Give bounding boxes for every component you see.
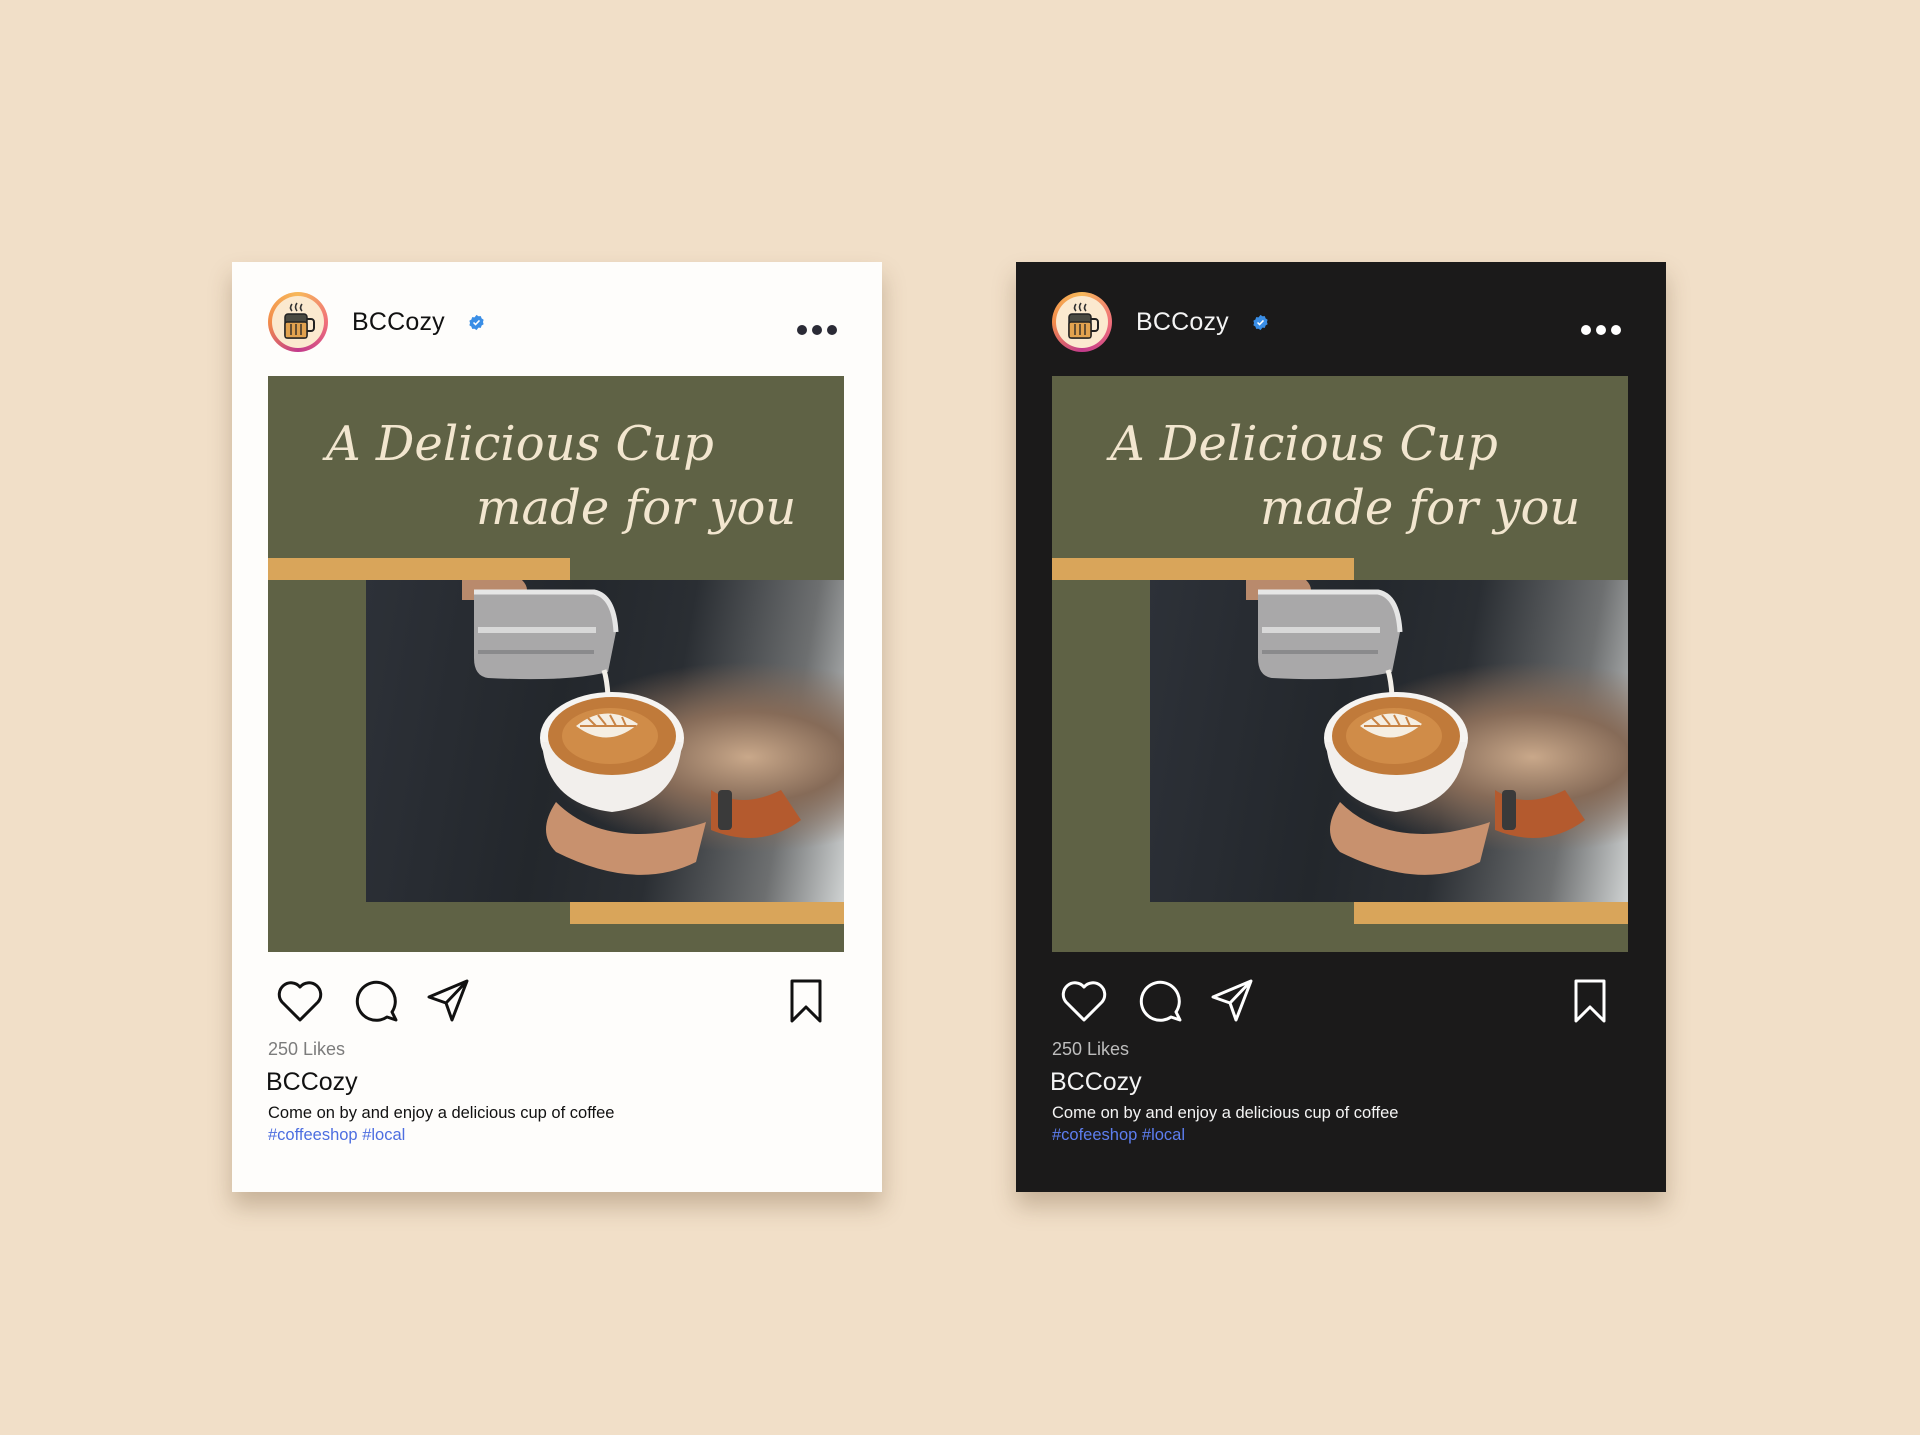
headline-line-2: made for you xyxy=(1260,480,1581,536)
coffee-mug-icon xyxy=(1068,302,1099,339)
post-image: A Delicious Cup made for you xyxy=(1052,376,1628,952)
verified-badge-icon xyxy=(469,314,484,331)
verified-badge-icon xyxy=(1253,314,1268,331)
post-headline: A Delicious Cup made for you xyxy=(1110,412,1590,540)
coffee-mug-icon xyxy=(284,302,315,339)
latte-art-photo xyxy=(366,580,844,902)
bookmark-icon[interactable] xyxy=(1572,978,1608,1024)
comment-icon[interactable] xyxy=(1138,978,1184,1024)
accent-bar-bottom xyxy=(1354,902,1628,924)
heart-icon[interactable] xyxy=(276,978,324,1024)
headline-line-1: A Delicious Cup xyxy=(1110,416,1498,472)
profile-avatar[interactable] xyxy=(268,292,328,352)
accent-bar-top xyxy=(1052,558,1354,580)
headline-line-2: made for you xyxy=(476,480,797,536)
accent-bar-bottom xyxy=(570,902,844,924)
latte-art-photo xyxy=(1150,580,1628,902)
more-options-icon[interactable] xyxy=(797,320,845,335)
heart-icon[interactable] xyxy=(1060,978,1108,1024)
likes-count[interactable]: 250 Likes xyxy=(1052,1039,1129,1060)
caption-username[interactable]: BCCozy xyxy=(1050,1068,1142,1097)
post-caption: Come on by and enjoy a delicious cup of … xyxy=(1052,1104,1399,1122)
post-caption: Come on by and enjoy a delicious cup of … xyxy=(268,1104,615,1122)
post-hashtags[interactable]: #coffeeshop #local xyxy=(268,1126,405,1145)
caption-username[interactable]: BCCozy xyxy=(266,1068,358,1097)
profile-avatar[interactable] xyxy=(1052,292,1112,352)
post-username[interactable]: BCCozy xyxy=(1136,308,1229,337)
bookmark-icon[interactable] xyxy=(788,978,824,1024)
post-card-light: BCCozy A Delicious Cup made for you 250 … xyxy=(232,262,882,1192)
post-card-dark: BCCozy A Delicious Cup made for you 250 … xyxy=(1016,262,1666,1192)
accent-bar-top xyxy=(268,558,570,580)
comment-icon[interactable] xyxy=(354,978,400,1024)
post-username[interactable]: BCCozy xyxy=(352,308,445,337)
headline-line-1: A Delicious Cup xyxy=(326,416,714,472)
post-image: A Delicious Cup made for you xyxy=(268,376,844,952)
post-headline: A Delicious Cup made for you xyxy=(326,412,806,540)
more-options-icon[interactable] xyxy=(1581,320,1629,335)
post-hashtags[interactable]: #cofeeshop #local xyxy=(1052,1126,1185,1145)
likes-count[interactable]: 250 Likes xyxy=(268,1039,345,1060)
share-icon[interactable] xyxy=(426,978,470,1024)
share-icon[interactable] xyxy=(1210,978,1254,1024)
